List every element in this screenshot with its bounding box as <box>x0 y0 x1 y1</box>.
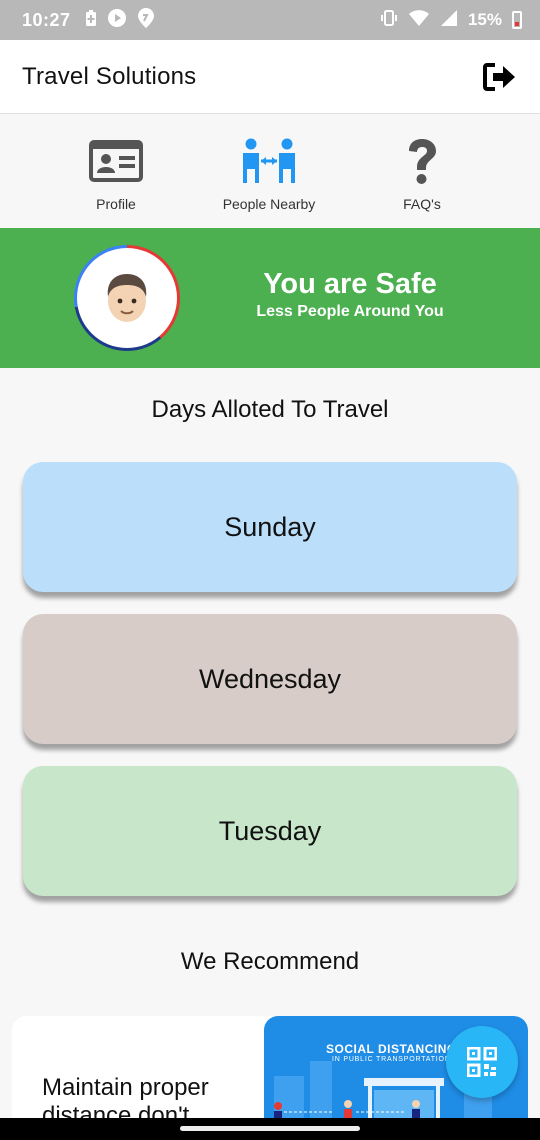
safety-title: You are Safe <box>263 268 437 300</box>
image-subtitle: IN PUBLIC TRANSPORTATION <box>332 1056 451 1063</box>
day-label: Wednesday <box>198 663 342 694</box>
status-bar: 10:27 15% <box>0 0 540 40</box>
logout-button[interactable] <box>482 59 518 95</box>
days-section-title: Days Alloted To Travel <box>151 396 389 423</box>
people-nearby-icon <box>243 138 295 183</box>
safety-status-banner: You are Safe Less People Around You <box>0 228 540 368</box>
user-avatar-icon <box>107 274 147 322</box>
recommend-section-title: We Recommend <box>180 948 360 975</box>
profile-card-icon <box>89 140 143 182</box>
question-icon <box>409 139 436 184</box>
system-nav-bar <box>0 1118 540 1140</box>
safety-subtitle: Less People Around You <box>256 303 444 320</box>
status-time: 10:27 <box>22 9 71 30</box>
people-nearby-menu-item[interactable]: People Nearby <box>199 136 339 212</box>
people-nearby-label: People Nearby <box>222 196 316 212</box>
profile-menu-item[interactable]: Profile <box>46 136 186 212</box>
play-icon <box>107 8 127 33</box>
battery-saver-icon <box>85 9 97 32</box>
signal-icon <box>440 9 458 32</box>
app-title: Travel Solutions <box>22 62 197 90</box>
vibrate-icon <box>380 9 398 32</box>
day-label: Tuesday <box>218 815 322 846</box>
app-bar: Travel Solutions <box>0 40 540 114</box>
home-gesture-handle[interactable] <box>180 1126 360 1131</box>
day-label: Sunday <box>224 511 316 542</box>
day-card-wednesday[interactable]: Wednesday <box>23 614 517 744</box>
faq-menu-item[interactable]: FAQ's <box>352 136 492 212</box>
wifi-icon <box>408 9 430 32</box>
day-card-sunday[interactable]: Sunday <box>23 462 517 592</box>
day-card-tuesday[interactable]: Tuesday <box>23 766 517 896</box>
qr-code-icon <box>467 1047 497 1077</box>
avatar[interactable] <box>74 245 180 351</box>
scan-qr-button[interactable] <box>446 1026 518 1098</box>
image-title: SOCIAL DISTANCING <box>326 1042 457 1056</box>
battery-icon <box>512 11 522 29</box>
app-notification-icon <box>137 7 155 34</box>
logout-icon <box>483 62 515 91</box>
quick-menu: Profile People Nearby FAQ's <box>0 114 540 228</box>
battery-percent: 15% <box>467 10 502 29</box>
profile-label: Profile <box>96 196 136 212</box>
faq-label: FAQ's <box>403 196 441 212</box>
